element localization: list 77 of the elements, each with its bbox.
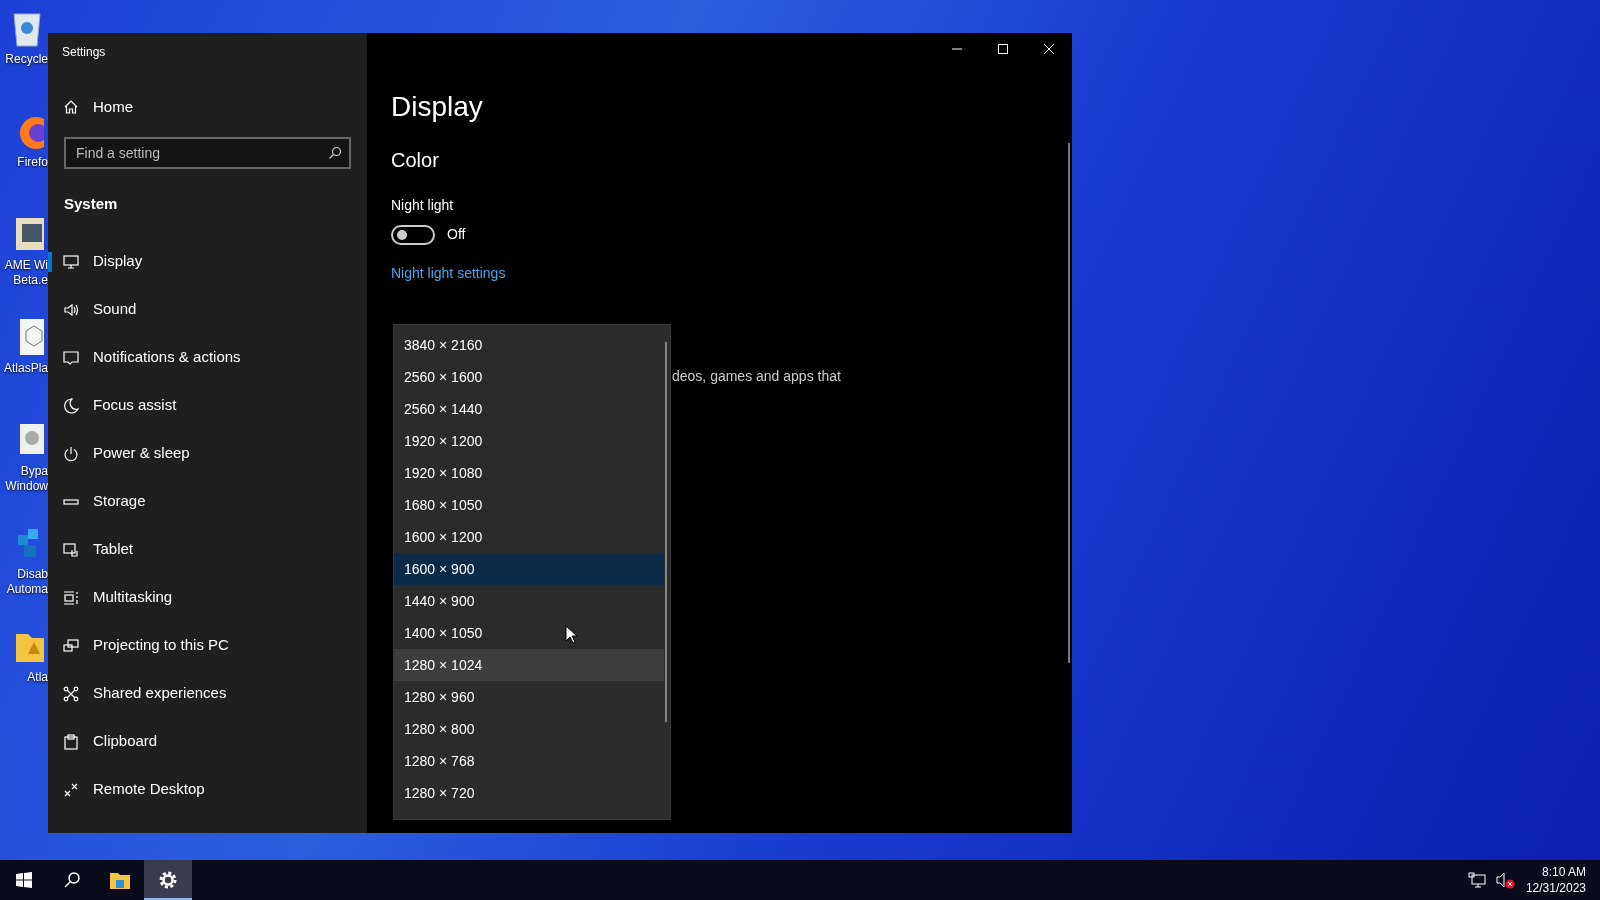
icon-label: Firefo <box>17 155 48 170</box>
search-icon <box>63 871 81 889</box>
pointer-icon <box>565 625 577 644</box>
resolution-dropdown[interactable]: 3840 × 2160 2560 × 1600 2560 × 1440 1920 × 1200 1920 × 1080 1680 × 1050 1600 × 1200 1600 × 900 1440 × 900 1400 × 1050 1280 × 1024 1280 × 960 1280 × 800 1280 × 768 1280 × 720 <box>393 324 671 820</box>
settings-link[interactable]: Night light settings <box>391 263 506 284</box>
maximize-icon <box>997 43 1009 55</box>
icon-label: Bypa <box>20 464 48 479</box>
dropdown-option[interactable]: 1600 × 900 <box>394 553 664 585</box>
section-heading: Color <box>391 148 440 173</box>
dropdown-option[interactable]: 1280 × 800 <box>394 713 664 745</box>
home-link[interactable]: Home <box>48 83 367 131</box>
icon-label: Automa <box>6 582 48 597</box>
scrollbar[interactable] <box>1068 143 1070 663</box>
icon-label: Atla <box>27 670 48 685</box>
search-icon[interactable] <box>328 146 342 160</box>
clipboard-icon <box>63 733 79 750</box>
icon-label: AME Wi <box>4 258 48 273</box>
power-icon <box>63 445 79 462</box>
date-text: 12/31/2023 <box>1525 880 1586 896</box>
toggle-switch[interactable] <box>391 224 435 245</box>
sidebar-item[interactable]: Projecting to this PC <box>48 621 367 670</box>
icon-label: Recycle <box>5 52 48 67</box>
network-icon[interactable] <box>1467 872 1486 888</box>
dropdown-option[interactable]: 1920 × 1080 <box>394 457 664 489</box>
sidebar-item[interactable]: Sound <box>48 285 367 334</box>
message-icon <box>63 349 79 366</box>
section-heading: System <box>63 194 119 214</box>
taskbar-app-button[interactable] <box>144 860 192 900</box>
icon-label: Disab <box>17 567 48 582</box>
icon-label: AtlasPla <box>3 361 48 376</box>
sidebar-item[interactable]: Focus assist <box>48 381 367 430</box>
dropdown-option[interactable]: 1280 × 1024 <box>394 649 664 681</box>
speaker-icon <box>63 301 79 318</box>
sidebar-item[interactable]: Tablet <box>48 525 367 574</box>
sidebar-item[interactable]: Multitasking <box>48 573 367 622</box>
dropdown-option[interactable]: 1280 × 768 <box>394 745 664 777</box>
speaker-icon[interactable] <box>1495 871 1516 889</box>
dropdown-option[interactable]: 3840 × 2160 <box>394 329 664 361</box>
time-text: 8:10 AM <box>1540 864 1586 880</box>
search-field[interactable]: Find a setting <box>64 137 351 169</box>
setting-label: Night light <box>391 196 455 215</box>
icon-label: Window <box>5 479 48 494</box>
close-icon <box>1043 43 1055 55</box>
sidebar-item[interactable]: Notifications & actions <box>48 333 367 382</box>
toggle-state: Off <box>447 225 466 244</box>
home-icon <box>63 99 79 115</box>
clock[interactable]: 8:10 AM 12/31/2023 <box>1525 864 1586 896</box>
scrollbar[interactable] <box>665 342 667 722</box>
multitasking-icon <box>63 589 79 606</box>
dropdown-option[interactable]: 1280 × 960 <box>394 681 664 713</box>
sidebar-item[interactable]: Display <box>48 237 367 286</box>
windows-logo-icon <box>16 872 32 888</box>
window-title: Settings <box>61 44 107 61</box>
dropdown-option[interactable]: 2560 × 1600 <box>394 361 664 393</box>
sidebar-item[interactable]: Remote Desktop <box>48 765 367 814</box>
dropdown-option[interactable]: 2560 × 1440 <box>394 393 664 425</box>
remote-desktop-icon <box>63 781 79 798</box>
sidebar-item[interactable]: Power & sleep <box>48 429 367 478</box>
dropdown-option[interactable]: 1920 × 1200 <box>394 425 664 457</box>
icon-label: Beta.e <box>13 273 48 288</box>
shortcut-icon[interactable] <box>18 317 44 357</box>
dropdown-option[interactable]: 1680 × 1050 <box>394 489 664 521</box>
network-nodes-icon <box>63 685 79 702</box>
dropdown-option[interactable]: 1400 × 1050 <box>394 617 664 649</box>
moon-icon <box>63 397 79 414</box>
sidebar-item[interactable]: Shared experiences <box>48 669 367 718</box>
sidebar-item[interactable]: Clipboard <box>48 717 367 766</box>
dropdown-option[interactable]: 1440 × 900 <box>394 585 664 617</box>
projector-icon <box>63 637 79 654</box>
description-text: deos, games and apps that <box>672 367 841 386</box>
tablet-icon <box>63 541 79 558</box>
dropdown-option[interactable]: 1280 × 720 <box>394 777 664 809</box>
page-title: Display <box>391 93 484 121</box>
dropdown-option[interactable]: 1600 × 1200 <box>394 521 664 553</box>
gear-icon <box>157 869 179 891</box>
monitor-icon <box>63 253 79 270</box>
sidebar-item[interactable]: Storage <box>48 477 367 526</box>
